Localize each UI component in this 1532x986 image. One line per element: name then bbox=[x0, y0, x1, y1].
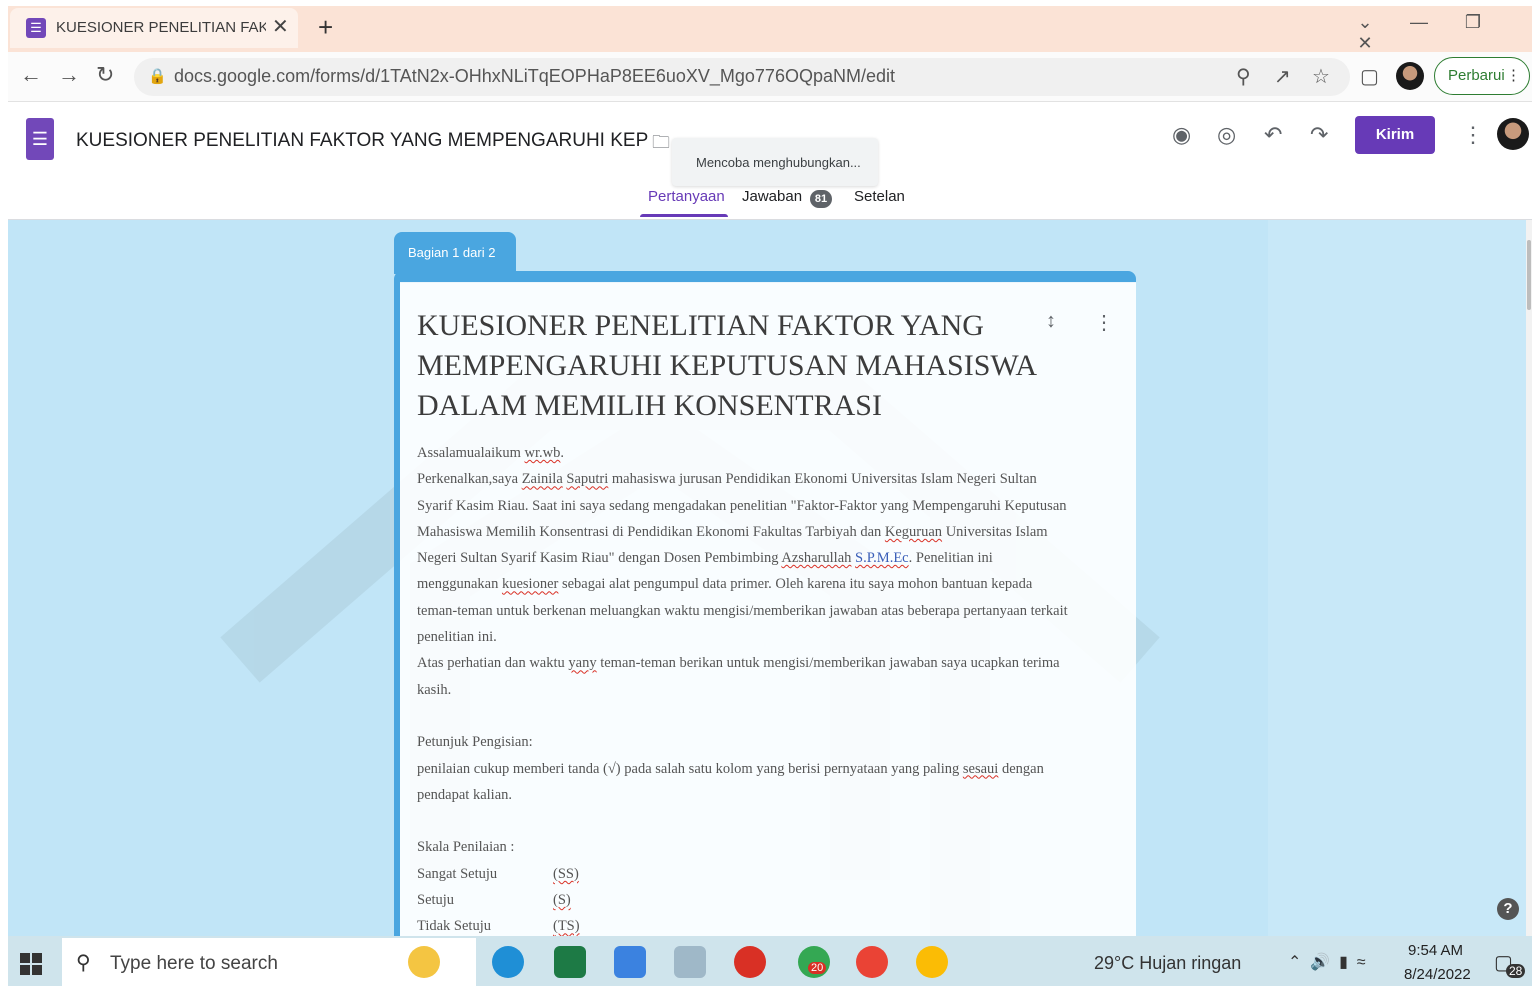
active-tab-indicator bbox=[640, 214, 728, 217]
desc-line: Assalamualaikum wr.wb. bbox=[417, 445, 565, 461]
side-panel-icon[interactable]: ▢ bbox=[1360, 64, 1379, 89]
desc-line: menggunakan kuesioner sebagai alat pengu… bbox=[417, 576, 1033, 593]
clock-time[interactable]: 9:54 AM bbox=[1408, 942, 1463, 959]
desc-line: penilaian cukup memberi tanda (√) pada s… bbox=[417, 760, 1044, 777]
search-placeholder[interactable]: Type here to search bbox=[110, 953, 278, 975]
back-icon[interactable]: ← bbox=[20, 62, 42, 88]
form-description[interactable]: Assalamualaikum wr.wb. Perkenalkan,saya … bbox=[417, 440, 1117, 940]
windows-start-icon[interactable] bbox=[20, 953, 42, 975]
desc-line: Syarif Kasim Riau. Saat ini saya sedang … bbox=[417, 497, 1067, 514]
desc-spacer bbox=[417, 808, 1117, 834]
desc-line: teman-teman untuk berkenan meluangkan wa… bbox=[417, 602, 1068, 619]
preview-eye-icon[interactable]: ◎ bbox=[1217, 122, 1236, 148]
minimize-icon[interactable]: — bbox=[1392, 12, 1446, 33]
desc-line: Negeri Sultan Syarif Kasim Riau" dengan … bbox=[417, 550, 993, 567]
right-panel-background bbox=[1268, 220, 1526, 936]
scale-row: Sangat Setuju (SS) bbox=[417, 865, 579, 882]
forward-icon[interactable]: → bbox=[58, 62, 80, 88]
tab-settings[interactable]: Setelan bbox=[854, 188, 905, 205]
help-icon[interactable]: ? bbox=[1497, 898, 1519, 920]
close-window-icon[interactable]: ✕ bbox=[1338, 33, 1392, 54]
browser-menu-icon[interactable]: ⋮ bbox=[1506, 58, 1521, 93]
scale-row: Setuju (S) bbox=[417, 892, 571, 909]
more-options-icon[interactable]: ⋮ bbox=[1462, 122, 1484, 148]
folder-icon[interactable]: 🗀 bbox=[652, 130, 670, 160]
close-tab-icon[interactable]: ✕ bbox=[272, 14, 289, 39]
desc-spacer bbox=[417, 703, 1117, 729]
desc-line: penelitian ini. bbox=[417, 629, 497, 646]
chrome-badge: 20 bbox=[808, 962, 827, 974]
palette-icon[interactable]: ◉ bbox=[1172, 122, 1191, 148]
reload-icon[interactable]: ↻ bbox=[96, 62, 114, 88]
section-more-icon[interactable]: ⋮ bbox=[1094, 310, 1114, 335]
desc-line: Mahasiswa Memilih Konsentrasi di Pendidi… bbox=[417, 523, 1048, 540]
tab-questions[interactable]: Pertanyaan bbox=[648, 188, 725, 205]
chrome-icon[interactable] bbox=[856, 946, 888, 978]
page-scrollbar[interactable] bbox=[1526, 220, 1532, 936]
scale-title: Skala Penilaian : bbox=[417, 839, 515, 856]
file-app-icon[interactable] bbox=[674, 946, 706, 978]
tab-title: KUESIONER PENELITIAN FAKTOR bbox=[56, 19, 266, 36]
forms-favicon-icon: ☰ bbox=[26, 18, 46, 38]
restore-icon[interactable]: ❐ bbox=[1446, 12, 1500, 33]
url-text[interactable]: docs.google.com/forms/d/1TAtN2x-OHhxNLiT… bbox=[174, 66, 895, 87]
clock-date[interactable]: 8/24/2022 bbox=[1404, 966, 1471, 983]
share-icon[interactable]: ↗ bbox=[1274, 64, 1291, 89]
collapse-section-icon[interactable]: ↕ bbox=[1046, 310, 1056, 333]
edge-icon[interactable] bbox=[492, 946, 524, 978]
opera-icon[interactable] bbox=[734, 946, 766, 978]
desc-line: Perkenalkan,saya Zainila Saputri mahasis… bbox=[417, 471, 1037, 488]
tab-search-icon[interactable]: ⌄ bbox=[1338, 12, 1392, 33]
browser-profile-avatar[interactable] bbox=[1396, 62, 1424, 90]
instructions-title: Petunjuk Pengisian: bbox=[417, 734, 533, 751]
zoom-icon[interactable]: ⚲ bbox=[1236, 64, 1251, 89]
notification-count: 28 bbox=[1506, 964, 1526, 978]
account-avatar[interactable] bbox=[1497, 118, 1529, 150]
zoom-app-icon[interactable] bbox=[614, 946, 646, 978]
responses-count-badge: 81 bbox=[810, 190, 832, 208]
update-label: Perbarui bbox=[1448, 67, 1505, 84]
weather-widget[interactable]: 29°C Hujan ringan bbox=[1094, 953, 1241, 974]
chrome-icon-2[interactable] bbox=[916, 946, 948, 978]
undo-icon[interactable]: ↶ bbox=[1264, 122, 1282, 148]
form-title[interactable]: KUESIONER PENELITIAN FAKTOR YANG MEMPENG… bbox=[417, 306, 1037, 426]
document-title[interactable]: KUESIONER PENELITIAN FAKTOR YANG MEMPENG… bbox=[76, 130, 648, 152]
connecting-toast: Mencoba menghubungkan... bbox=[672, 138, 878, 186]
search-icon: ⚲ bbox=[76, 952, 91, 974]
window-controls: ⌄ — ❐ ✕ bbox=[1338, 12, 1532, 54]
system-tray[interactable]: ⌃ 🔊 ▮ ≈ bbox=[1288, 952, 1366, 972]
lock-icon[interactable]: 🔒 bbox=[148, 67, 167, 85]
desc-line: Atas perhatian dan waktu yany teman-tema… bbox=[417, 655, 1060, 672]
search-highlight-icon[interactable] bbox=[408, 946, 440, 978]
desc-line: pendapat kalian. bbox=[417, 786, 513, 803]
forms-logo-icon[interactable]: ☰ bbox=[26, 118, 54, 160]
excel-icon[interactable] bbox=[554, 946, 586, 978]
section-indicator: Bagian 1 dari 2 bbox=[394, 232, 516, 274]
tab-responses[interactable]: Jawaban bbox=[742, 188, 802, 205]
redo-icon[interactable]: ↷ bbox=[1310, 122, 1328, 148]
send-button[interactable]: Kirim bbox=[1355, 116, 1435, 154]
scrollbar-thumb[interactable] bbox=[1527, 240, 1531, 310]
desc-line: kasih. bbox=[417, 681, 452, 698]
bookmark-star-icon[interactable]: ☆ bbox=[1312, 64, 1330, 89]
update-button[interactable]: Perbarui ⋮ bbox=[1434, 57, 1530, 95]
new-tab-icon[interactable]: + bbox=[318, 12, 333, 43]
